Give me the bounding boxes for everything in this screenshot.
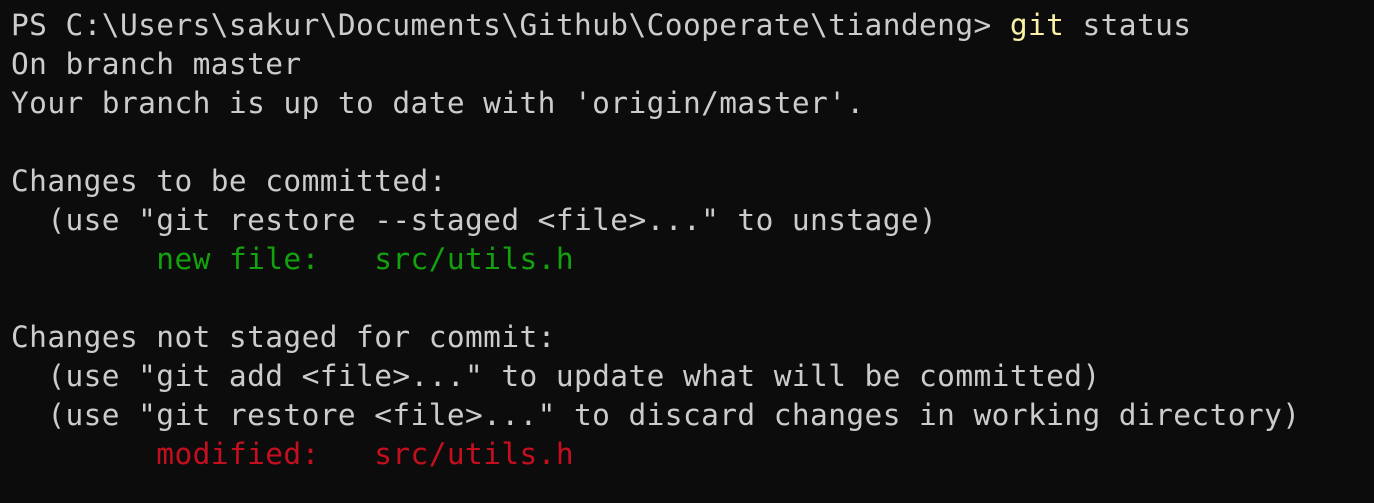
unstaged-hint-restore: (use "git restore <file>..." to discard … [11,398,1301,432]
staged-entry-indent [11,242,156,276]
up-to-date-line: Your branch is up to date with 'origin/m… [11,86,865,120]
unstaged-header: Changes not staged for commit: [11,320,556,354]
staged-entry-status: new file: [156,242,375,276]
staged-header: Changes to be committed: [11,164,447,198]
staged-hint: (use "git restore --staged <file>..." to… [11,203,938,237]
prompt-path: PS C:\Users\sakur\Documents\Github\Coope… [11,8,1010,42]
unstaged-entry-status: modified: [156,437,375,471]
branch-line: On branch master [11,47,302,81]
unstaged-entry-path: src/utils.h [374,437,574,471]
staged-entry: new file: src/utils.h [11,240,1366,279]
staged-entry-path: src/utils.h [374,242,574,276]
command-args: status [1064,8,1192,42]
prompt-line: PS C:\Users\sakur\Documents\Github\Coope… [11,6,1366,45]
command-name: git [1009,8,1065,42]
unstaged-hint-add: (use "git add <file>..." to update what … [11,359,1101,393]
unstaged-entry: modified: src/utils.h [11,435,1366,474]
unstaged-entry-indent [11,437,156,471]
terminal-window[interactable]: PS C:\Users\sakur\Documents\Github\Coope… [11,6,1366,474]
